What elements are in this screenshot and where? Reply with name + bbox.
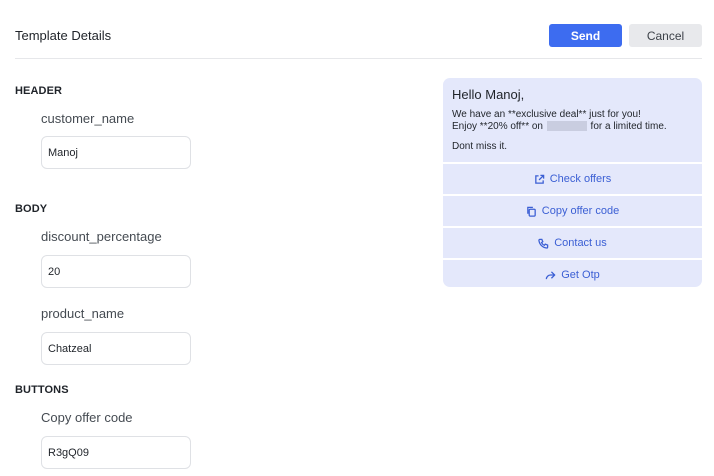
preview-button-label: Contact us <box>554 237 607 249</box>
redacted-text <box>546 121 587 132</box>
external-link-icon <box>534 174 544 184</box>
section-body-title: BODY <box>15 203 48 215</box>
preview-body: We have an **exclusive deal** just for y… <box>452 109 667 133</box>
discount-percentage-label: discount_percentage <box>41 229 162 244</box>
phone-icon <box>538 238 549 249</box>
preview-line-1: We have an **exclusive deal** just for y… <box>452 109 641 120</box>
copy-offer-code-label: Copy offer code <box>41 410 133 425</box>
discount-percentage-input[interactable]: 20 <box>41 255 191 288</box>
preview-button-label: Copy offer code <box>541 205 620 217</box>
header-divider <box>15 58 702 59</box>
preview-greeting: Hello Manoj, <box>452 87 525 102</box>
send-button[interactable]: Send <box>549 24 622 47</box>
preview-button-label: Get Otp <box>561 269 600 281</box>
preview-line-2-end: for a limited time. <box>587 121 667 132</box>
section-header-title: HEADER <box>15 85 63 97</box>
preview-button-copy-offer-code[interactable]: Copy offer code <box>443 196 702 226</box>
copy-offer-code-input[interactable]: R3gQ09 <box>41 436 191 469</box>
preview-closing: Dont miss it. <box>452 141 508 152</box>
share-arrow-icon <box>545 270 556 279</box>
preview-button-check-offers[interactable]: Check offers <box>443 164 702 194</box>
cancel-button[interactable]: Cancel <box>629 24 702 47</box>
preview-button-contact-us[interactable]: Contact us <box>443 228 702 258</box>
customer-name-input[interactable]: Manoj <box>41 136 191 169</box>
product-name-label: product_name <box>41 306 125 321</box>
preview-line-2-start: Enjoy **20% off** on <box>452 121 546 132</box>
message-preview: Hello Manoj, We have an **exclusive deal… <box>443 78 702 287</box>
section-buttons-title: BUTTONS <box>15 384 69 396</box>
page-title: Template Details <box>15 28 112 43</box>
customer-name-label: customer_name <box>41 111 135 126</box>
preview-button-get-otp[interactable]: Get Otp <box>443 260 702 287</box>
product-name-input[interactable]: Chatzeal <box>41 332 191 365</box>
copy-icon <box>526 206 536 217</box>
preview-button-label: Check offers <box>549 173 612 185</box>
